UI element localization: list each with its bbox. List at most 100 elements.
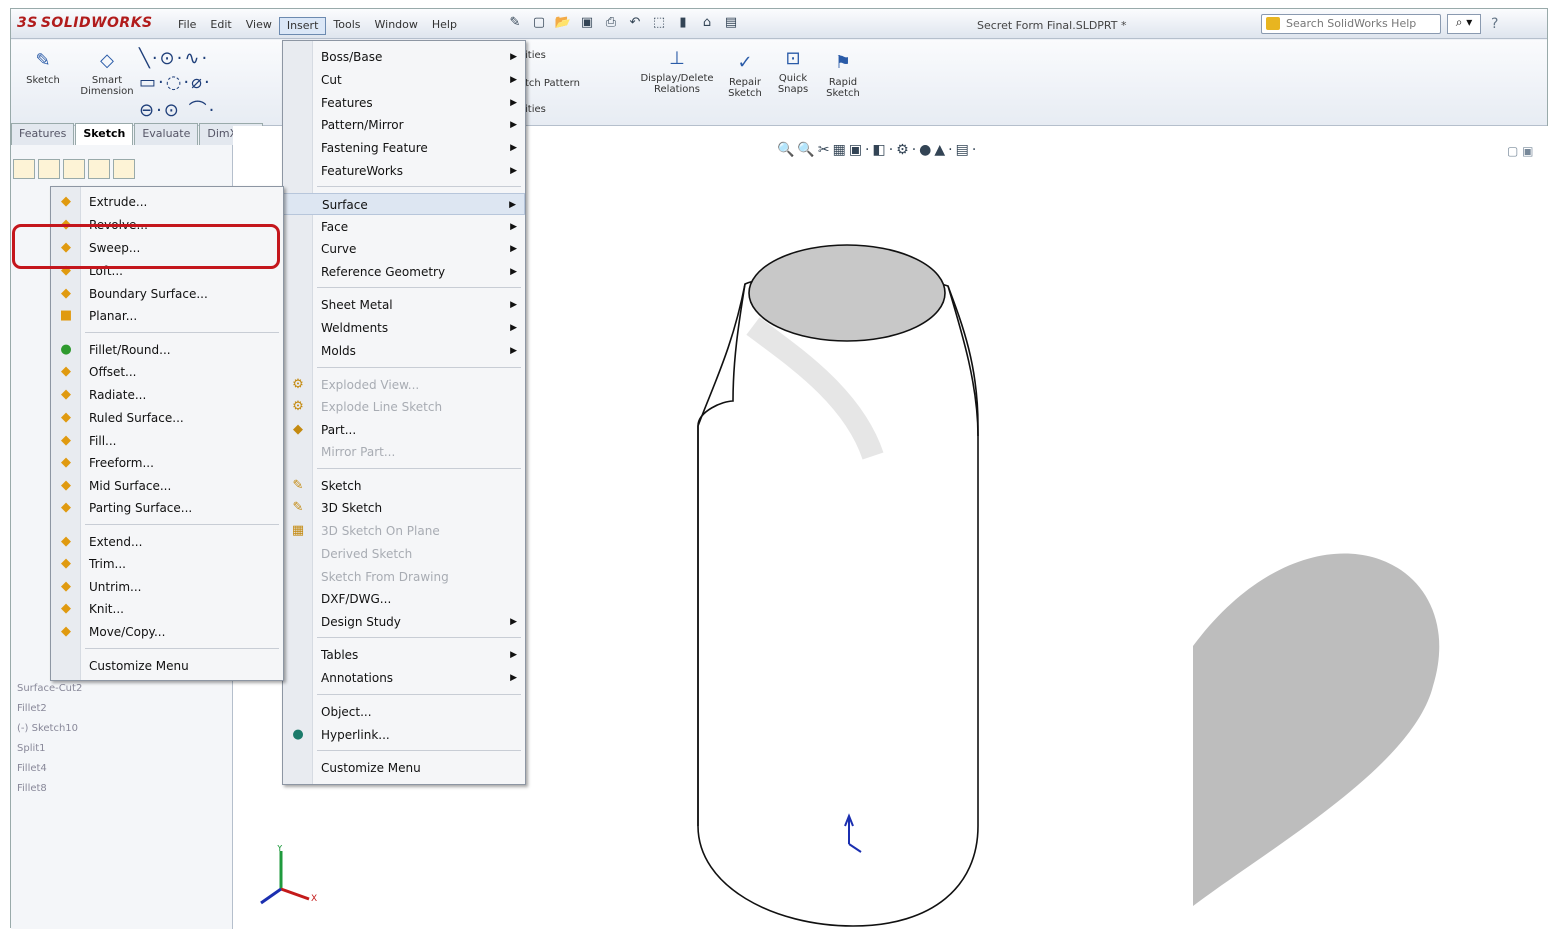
- select-icon[interactable]: ⬚: [649, 15, 669, 33]
- display-delete-relations-button[interactable]: ⊥ Display/Delete Relations: [635, 48, 719, 95]
- sketch-pattern-button[interactable]: tch Pattern: [525, 78, 605, 89]
- insert-menu-item-design-study[interactable]: Design Study ▶: [283, 611, 525, 633]
- insert-menu-item-part[interactable]: Part... ◆: [283, 419, 525, 441]
- tree-item[interactable]: Fillet4: [17, 763, 47, 774]
- insert-menu-item-hyperlink[interactable]: Hyperlink... ●: [283, 724, 525, 746]
- heads-up-view-toolbar[interactable]: 🔍🔍✂▦▣·◧·⚙·●▲·▤·: [777, 142, 979, 158]
- search-input[interactable]: Search SolidWorks Help: [1261, 14, 1441, 34]
- rectangle-polygon-tools[interactable]: ▭·◌·⌀·: [139, 72, 212, 93]
- insert-menu-item-tables[interactable]: Tables ▶: [283, 644, 525, 666]
- menu-separator: [85, 648, 279, 649]
- sketch-button[interactable]: ✎ Sketch: [23, 50, 63, 86]
- insert-menu-item-explode-line-sketch[interactable]: Explode Line Sketch ⚙: [283, 396, 525, 418]
- surface-menu-item-move-copy[interactable]: Move/Copy... ◆: [51, 621, 283, 643]
- insert-menu-item-derived-sketch[interactable]: Derived Sketch: [283, 543, 525, 565]
- title-bar: 3S SOLIDWORKS File Edit View Insert Tools…: [11, 9, 1547, 39]
- menu-edit[interactable]: Edit: [203, 17, 238, 35]
- surface-menu-item-knit[interactable]: Knit... ◆: [51, 598, 283, 620]
- slot-point-tools[interactable]: ⊖·⊙ ⌒·: [139, 96, 216, 122]
- surface-menu-item-radiate[interactable]: Radiate... ◆: [51, 384, 283, 406]
- insert-menu-item-cut[interactable]: Cut ▶: [283, 69, 525, 91]
- ities-button[interactable]: ities: [525, 104, 565, 115]
- property-manager-icon[interactable]: [38, 159, 60, 179]
- insert-menu-item-customize-menu[interactable]: Customize Menu: [283, 757, 525, 779]
- rapid-sketch-button[interactable]: ⚑ Rapid Sketch: [821, 52, 865, 99]
- tree-item[interactable]: Fillet8: [17, 783, 47, 794]
- file-properties-icon[interactable]: ⌂: [697, 15, 717, 33]
- tree-item[interactable]: Surface-Cut2: [17, 683, 82, 694]
- display-manager-icon[interactable]: [113, 159, 135, 179]
- feature-manager-icon[interactable]: [13, 159, 35, 179]
- tab-sketch[interactable]: Sketch: [75, 123, 134, 145]
- rebuild-icon[interactable]: ▮: [673, 15, 693, 33]
- insert-menu-item-sketch[interactable]: Sketch ✎: [283, 475, 525, 497]
- insert-menu-item-mirror-part[interactable]: Mirror Part...: [283, 441, 525, 463]
- line-circle-spline-tools[interactable]: ╲·⊙·∿·: [139, 48, 209, 69]
- insert-menu-item-weldments[interactable]: Weldments ▶: [283, 317, 525, 339]
- convert-entities-button[interactable]: ities: [525, 50, 565, 61]
- tree-item[interactable]: Fillet2: [17, 703, 47, 714]
- insert-menu-item-3d-sketch[interactable]: 3D Sketch ✎: [283, 497, 525, 519]
- extend-icon: ◆: [61, 534, 71, 549]
- surface-menu-item-planar[interactable]: Planar... ■: [51, 305, 283, 327]
- viewport-split-icon[interactable]: ▢ ▣: [1507, 144, 1534, 158]
- menu-window[interactable]: Window: [368, 17, 425, 35]
- surface-menu-item-fill[interactable]: Fill... ◆: [51, 430, 283, 452]
- insert-menu-item-boss-base[interactable]: Boss/Base ▶: [283, 46, 525, 68]
- insert-menu-item-features[interactable]: Features ▶: [283, 92, 525, 114]
- pin-icon[interactable]: ✎: [505, 15, 525, 33]
- save-icon[interactable]: ▣: [577, 15, 597, 33]
- insert-menu-item-surface[interactable]: Surface ▶: [283, 193, 525, 215]
- smart-dimension-button[interactable]: ◇ Smart Dimension: [79, 50, 135, 97]
- search-button[interactable]: ⌕ ▾: [1447, 14, 1481, 34]
- insert-menu-item-fastening-feature[interactable]: Fastening Feature ▶: [283, 137, 525, 159]
- tab-evaluate[interactable]: Evaluate: [134, 123, 199, 145]
- surface-menu-item-parting-surface[interactable]: Parting Surface... ◆: [51, 497, 283, 519]
- undo-icon[interactable]: ↶: [625, 15, 645, 33]
- tree-item[interactable]: Split1: [17, 743, 46, 754]
- surface-menu-item-mid-surface[interactable]: Mid Surface... ◆: [51, 475, 283, 497]
- axis-y-label: Y: [276, 845, 283, 854]
- menu-insert[interactable]: Insert: [278, 17, 327, 35]
- menu-help[interactable]: Help: [425, 17, 464, 35]
- insert-menu-item-object[interactable]: Object...: [283, 701, 525, 723]
- dimxpert-manager-icon[interactable]: [88, 159, 110, 179]
- surface-menu-item-customize-menu[interactable]: Customize Menu: [51, 655, 283, 677]
- menu-file[interactable]: File: [171, 17, 203, 35]
- insert-menu-item-reference-geometry[interactable]: Reference Geometry ▶: [283, 261, 525, 283]
- new-document-icon[interactable]: ▢: [529, 15, 549, 33]
- tab-features[interactable]: Features: [11, 123, 75, 145]
- insert-menu-item-3d-sketch-on-plane[interactable]: 3D Sketch On Plane ▦: [283, 520, 525, 542]
- menu-view[interactable]: View: [239, 17, 279, 35]
- insert-menu-item-exploded-view[interactable]: Exploded View... ⚙: [283, 374, 525, 396]
- insert-menu-item-molds[interactable]: Molds ▶: [283, 340, 525, 362]
- surface-menu-item-freeform[interactable]: Freeform... ◆: [51, 452, 283, 474]
- help-icon[interactable]: ?: [1491, 16, 1498, 32]
- configuration-manager-icon[interactable]: [63, 159, 85, 179]
- tree-item[interactable]: (-) Sketch10: [17, 723, 78, 734]
- insert-menu-item-face[interactable]: Face ▶: [283, 216, 525, 238]
- surface-menu-item-ruled-surface[interactable]: Ruled Surface... ◆: [51, 407, 283, 429]
- repair-sketch-button[interactable]: ✓ Repair Sketch: [725, 52, 765, 99]
- sketch-icon: ✎: [292, 478, 304, 493]
- surface-menu-item-trim[interactable]: Trim... ◆: [51, 553, 283, 575]
- insert-menu-item-annotations[interactable]: Annotations ▶: [283, 667, 525, 689]
- insert-menu-item-featureworks[interactable]: FeatureWorks ▶: [283, 160, 525, 182]
- open-icon[interactable]: 📂: [553, 15, 573, 33]
- insert-menu-item-sheet-metal[interactable]: Sheet Metal ▶: [283, 294, 525, 316]
- options-icon[interactable]: ▤: [721, 15, 741, 33]
- insert-menu-item-dxf-dwg[interactable]: DXF/DWG...: [283, 588, 525, 610]
- surface-menu-item-untrim[interactable]: Untrim... ◆: [51, 576, 283, 598]
- surface-menu-item-extend[interactable]: Extend... ◆: [51, 531, 283, 553]
- surface-menu-item-offset[interactable]: Offset... ◆: [51, 361, 283, 383]
- insert-menu-item-pattern-mirror[interactable]: Pattern/Mirror ▶: [283, 114, 525, 136]
- quick-snaps-button[interactable]: ⊡ Quick Snaps: [773, 48, 813, 95]
- insert-menu-item-curve[interactable]: Curve ▶: [283, 238, 525, 260]
- surface-menu-item-fillet-round[interactable]: Fillet/Round... ●: [51, 339, 283, 361]
- surface-menu-item-extrude[interactable]: Extrude... ◆: [51, 191, 283, 213]
- insert-menu-item-sketch-from-drawing[interactable]: Sketch From Drawing: [283, 566, 525, 588]
- solidworks-logo: 3S SOLIDWORKS: [17, 15, 153, 31]
- surface-menu-item-boundary-surface[interactable]: Boundary Surface... ◆: [51, 283, 283, 305]
- menu-tools[interactable]: Tools: [326, 17, 367, 35]
- print-icon[interactable]: ⎙: [601, 15, 621, 33]
